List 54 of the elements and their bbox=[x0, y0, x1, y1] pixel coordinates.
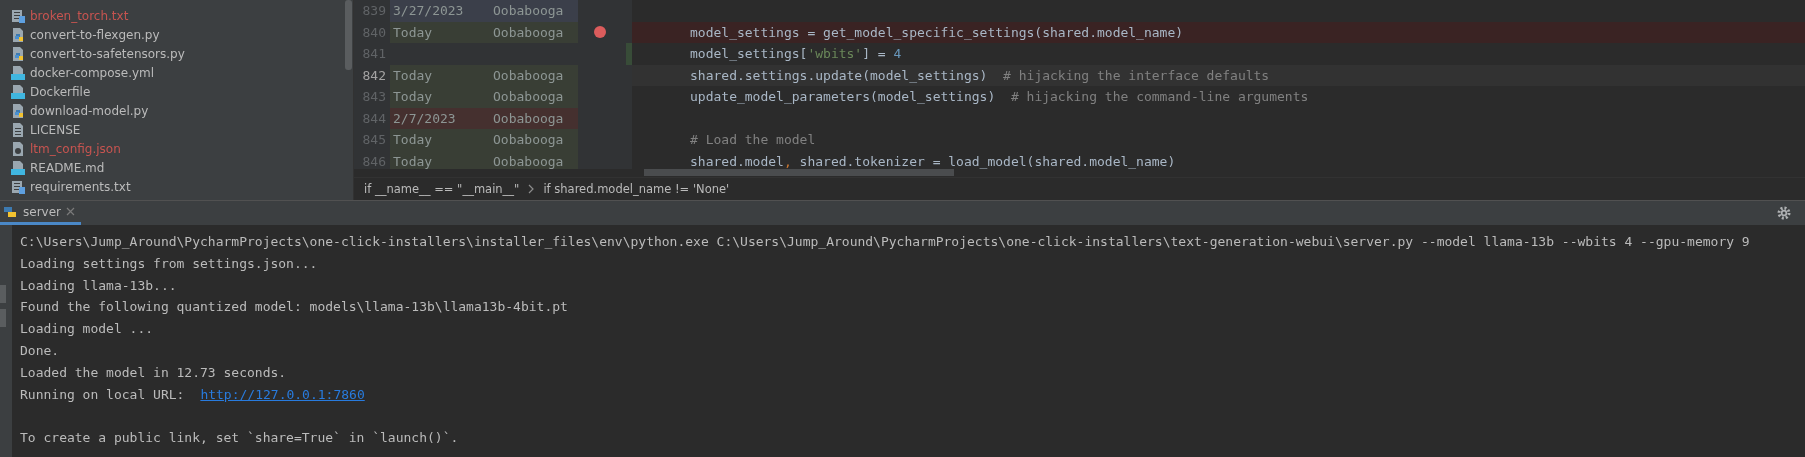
file-item[interactable]: Dockerfile bbox=[0, 82, 345, 101]
scrollbar-thumb[interactable] bbox=[644, 169, 954, 176]
blame-date: 2/7/2023 bbox=[392, 110, 457, 126]
side-tool-button[interactable] bbox=[0, 309, 6, 327]
blame-date: Today bbox=[392, 89, 434, 105]
blame-author: Oobabooga bbox=[493, 89, 564, 105]
blame-date: 3/27/2023 bbox=[392, 3, 465, 19]
console-text: Loading model ... bbox=[20, 320, 154, 339]
python-file-icon bbox=[10, 26, 26, 43]
line-number: 842 bbox=[361, 66, 387, 85]
blame-date: Today bbox=[392, 67, 434, 83]
blame-author: Oobabooga bbox=[493, 3, 564, 19]
blame-date: Today bbox=[392, 153, 434, 169]
run-tab[interactable]: server bbox=[0, 201, 81, 225]
blame-author: Oobabooga bbox=[493, 110, 564, 126]
console-text: To create a public link, set `share=True` in `launch()`. bbox=[20, 429, 459, 448]
console-text: Found the following quantized model: models\llama-13b\llama13b-4bit.pt bbox=[20, 298, 568, 317]
file-item[interactable]: convert-to-flexgen.py bbox=[0, 25, 345, 44]
file-item[interactable]: LICENSE bbox=[0, 120, 345, 139]
console-text: Loaded the model in 12.73 seconds. bbox=[20, 363, 287, 382]
file-item[interactable]: README.md bbox=[0, 158, 345, 177]
text-file-icon bbox=[10, 178, 26, 195]
settings-icon[interactable] bbox=[1777, 206, 1791, 220]
blame-author: Oobabooga bbox=[493, 24, 564, 40]
console-text: Done. bbox=[20, 342, 60, 360]
console-text: Running on local URL: bbox=[20, 385, 185, 404]
console-text: C:\Users\Jump_Around\PycharmProjects\one-click-installers\installer_files\env\python.exe C:\Users\Jump_Around\PycharmProjects\one-click-installers\text-generation-webui\server.py --model llama-13b --wbits 4 --gpu-memory 9 bbox=[20, 233, 1750, 251]
console-text: Loading llama-13b... bbox=[20, 276, 177, 295]
file-item[interactable]: docker-compose.yml bbox=[0, 63, 345, 82]
blame-author: Oobabooga bbox=[493, 132, 564, 148]
chevron-icon bbox=[527, 184, 536, 194]
markdown-file-icon bbox=[10, 159, 26, 176]
side-tool-button[interactable] bbox=[0, 285, 6, 303]
close-icon[interactable] bbox=[66, 207, 75, 216]
file-item[interactable]: convert-to-safetensors.py bbox=[0, 44, 345, 63]
python-file-icon bbox=[10, 45, 26, 62]
json-file-icon bbox=[10, 140, 26, 157]
text-file-icon bbox=[10, 7, 26, 24]
breadcrumb[interactable]: if shared.model_name != 'None' bbox=[543, 182, 730, 196]
python-file-icon bbox=[10, 102, 26, 119]
breakpoint-icon[interactable] bbox=[593, 25, 607, 40]
console-text: Loading settings from settings.json... bbox=[20, 254, 318, 273]
blame-date: Today bbox=[392, 24, 434, 40]
scrollbar-thumb[interactable] bbox=[345, 0, 352, 70]
document-icon bbox=[10, 121, 26, 138]
yaml-file-icon bbox=[10, 64, 26, 81]
blame-author: Oobabooga bbox=[493, 153, 564, 169]
file-item[interactable]: requirements.txt bbox=[0, 177, 345, 196]
blame-date: Today bbox=[392, 132, 434, 148]
file-item[interactable]: download-model.py bbox=[0, 101, 345, 120]
blame-author: Oobabooga bbox=[493, 67, 564, 83]
docker-file-icon bbox=[10, 83, 26, 100]
url-link[interactable]: http://127.0.0.1:7860 bbox=[200, 383, 365, 406]
breadcrumb[interactable]: if __name__ == "__main__" bbox=[364, 182, 520, 196]
